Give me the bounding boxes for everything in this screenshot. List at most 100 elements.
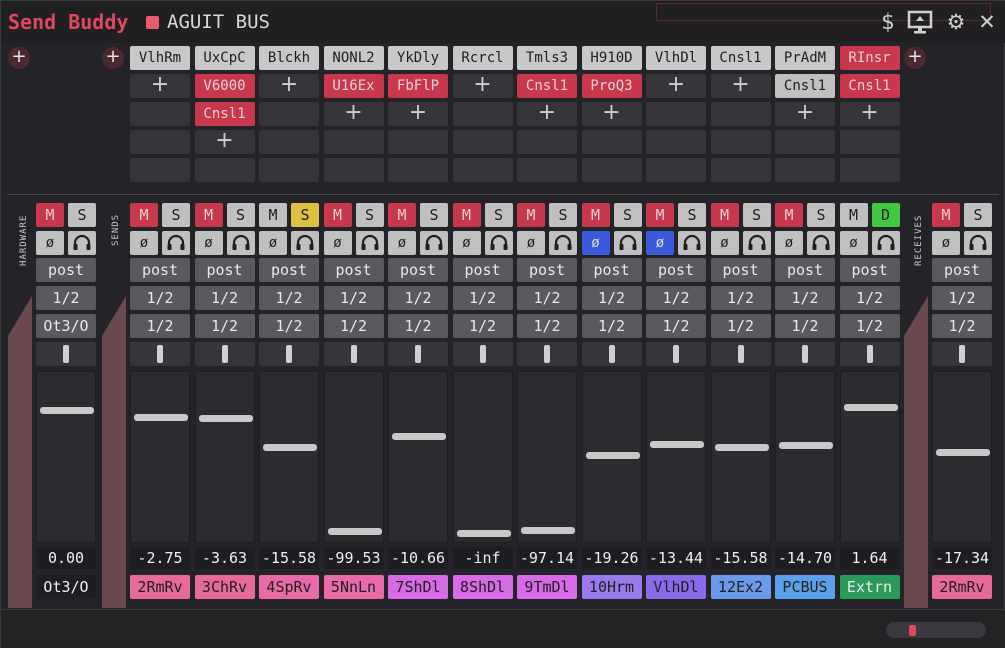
mode-button[interactable]: post bbox=[932, 258, 992, 282]
pan-slider[interactable] bbox=[36, 342, 96, 366]
phase-button[interactable]: ø bbox=[517, 231, 545, 255]
volume-fader[interactable] bbox=[710, 371, 771, 543]
pan-slider[interactable] bbox=[839, 342, 900, 366]
solo-button[interactable]: S bbox=[162, 203, 190, 227]
fx-slot[interactable]: ProQ3 bbox=[581, 74, 642, 98]
mode-button[interactable]: post bbox=[36, 258, 96, 282]
mode-button[interactable]: post bbox=[839, 258, 900, 282]
pan-knob[interactable] bbox=[737, 345, 744, 363]
headphones-icon[interactable] bbox=[807, 231, 835, 255]
destination-button[interactable]: 8ShDl bbox=[452, 575, 513, 599]
phase-button[interactable]: ø bbox=[36, 231, 64, 255]
channel-button[interactable]: 1/2 bbox=[388, 286, 448, 310]
channel-button[interactable]: 1/2 bbox=[388, 314, 448, 338]
pan-knob[interactable] bbox=[608, 345, 615, 363]
solo-button[interactable]: S bbox=[549, 203, 577, 227]
add-send-left-button[interactable]: + bbox=[102, 47, 124, 69]
volume-fader[interactable] bbox=[259, 371, 319, 543]
destination-button[interactable]: VlhDl bbox=[646, 575, 706, 599]
destination-button[interactable]: 7ShDl bbox=[388, 575, 448, 599]
channel-button[interactable]: 1/2 bbox=[194, 314, 255, 338]
channel-button[interactable]: 1/2 bbox=[839, 286, 900, 310]
add-fx-button[interactable]: + bbox=[323, 102, 384, 126]
channel-button[interactable]: 1/2 bbox=[36, 286, 96, 310]
mode-button[interactable]: post bbox=[259, 258, 319, 282]
mute-button[interactable]: M bbox=[36, 203, 64, 227]
fader-handle[interactable] bbox=[714, 444, 769, 451]
fx-column-name[interactable]: Rcrcl bbox=[452, 46, 513, 70]
solo-button[interactable]: S bbox=[613, 203, 642, 227]
headphones-icon[interactable] bbox=[162, 231, 190, 255]
add-send-right-button[interactable]: + bbox=[904, 47, 926, 69]
channel-button[interactable]: 1/2 bbox=[581, 286, 642, 310]
bus-color-swatch[interactable] bbox=[146, 16, 159, 29]
gear-icon[interactable]: ⚙ bbox=[943, 9, 969, 35]
fader-handle[interactable] bbox=[198, 415, 253, 422]
volume-fader[interactable] bbox=[130, 371, 190, 543]
channel-button[interactable]: 1/2 bbox=[646, 286, 706, 310]
pan-slider[interactable] bbox=[259, 342, 319, 366]
headphones-icon[interactable] bbox=[964, 231, 992, 255]
channel-button[interactable]: Ot3/O bbox=[36, 314, 96, 338]
channel-button[interactable]: 1/2 bbox=[710, 286, 771, 310]
pan-slider[interactable] bbox=[452, 342, 513, 366]
fx-column-name[interactable]: Blckh bbox=[259, 46, 319, 70]
add-fx-button[interactable]: + bbox=[452, 74, 513, 98]
pan-knob[interactable] bbox=[959, 345, 965, 363]
channel-button[interactable]: 1/2 bbox=[775, 314, 835, 338]
fx-column-name[interactable]: UxCpC bbox=[194, 46, 255, 70]
channel-button[interactable]: 1/2 bbox=[775, 286, 835, 310]
mute-button[interactable]: M bbox=[581, 203, 610, 227]
destination-button[interactable]: 5NnLn bbox=[323, 575, 384, 599]
add-fx-button[interactable]: + bbox=[194, 130, 255, 154]
mute-button[interactable]: M bbox=[388, 203, 416, 227]
fader-handle[interactable] bbox=[936, 449, 990, 456]
fx-slot[interactable]: Cnsl1 bbox=[839, 74, 900, 98]
headphones-icon[interactable] bbox=[68, 231, 96, 255]
destination-button[interactable]: Ot3/O bbox=[36, 575, 96, 599]
pan-knob[interactable] bbox=[802, 345, 808, 363]
fx-slot[interactable]: U16Ex bbox=[323, 74, 384, 98]
fader-handle[interactable] bbox=[456, 530, 511, 537]
headphones-icon[interactable] bbox=[420, 231, 448, 255]
destination-button[interactable]: 10Hrm bbox=[581, 575, 642, 599]
fader-handle[interactable] bbox=[650, 441, 704, 448]
solo-button[interactable]: S bbox=[484, 203, 513, 227]
mute-button[interactable]: M bbox=[710, 203, 739, 227]
fx-column-name[interactable]: VlhDl bbox=[646, 46, 706, 70]
volume-fader[interactable] bbox=[775, 371, 835, 543]
phase-button[interactable]: ø bbox=[839, 231, 868, 255]
channel-button[interactable]: 1/2 bbox=[259, 314, 319, 338]
headphones-icon[interactable] bbox=[678, 231, 706, 255]
mode-button[interactable]: post bbox=[775, 258, 835, 282]
channel-button[interactable]: 1/2 bbox=[259, 286, 319, 310]
solo-button[interactable]: S bbox=[355, 203, 384, 227]
destination-button[interactable]: 4SpRv bbox=[259, 575, 319, 599]
pan-knob[interactable] bbox=[544, 345, 550, 363]
fader-handle[interactable] bbox=[40, 407, 94, 414]
add-fx-button[interactable]: + bbox=[388, 102, 448, 126]
mute-button[interactable]: M bbox=[517, 203, 545, 227]
pan-slider[interactable] bbox=[710, 342, 771, 366]
channel-button[interactable]: 1/2 bbox=[932, 286, 992, 310]
mode-button[interactable]: post bbox=[646, 258, 706, 282]
channel-button[interactable]: 1/2 bbox=[323, 314, 384, 338]
fx-column-name[interactable]: Tmls3 bbox=[517, 46, 577, 70]
solo-button[interactable]: S bbox=[420, 203, 448, 227]
pan-knob[interactable] bbox=[221, 345, 228, 363]
phase-button[interactable]: ø bbox=[130, 231, 158, 255]
phase-button[interactable]: ø bbox=[323, 231, 352, 255]
volume-fader[interactable] bbox=[646, 371, 706, 543]
monitor-icon[interactable] bbox=[907, 9, 933, 35]
add-fx-button[interactable]: + bbox=[130, 74, 190, 98]
mode-button[interactable]: post bbox=[452, 258, 513, 282]
mode-button[interactable]: post bbox=[710, 258, 771, 282]
add-fx-button[interactable]: + bbox=[259, 74, 319, 98]
fader-handle[interactable] bbox=[327, 528, 382, 535]
mode-button[interactable]: post bbox=[388, 258, 448, 282]
mute-button[interactable]: M bbox=[259, 203, 287, 227]
add-fx-button[interactable]: + bbox=[581, 102, 642, 126]
mute-button[interactable]: M bbox=[323, 203, 352, 227]
pan-slider[interactable] bbox=[517, 342, 577, 366]
add-hardware-fx-button[interactable]: + bbox=[8, 47, 30, 69]
